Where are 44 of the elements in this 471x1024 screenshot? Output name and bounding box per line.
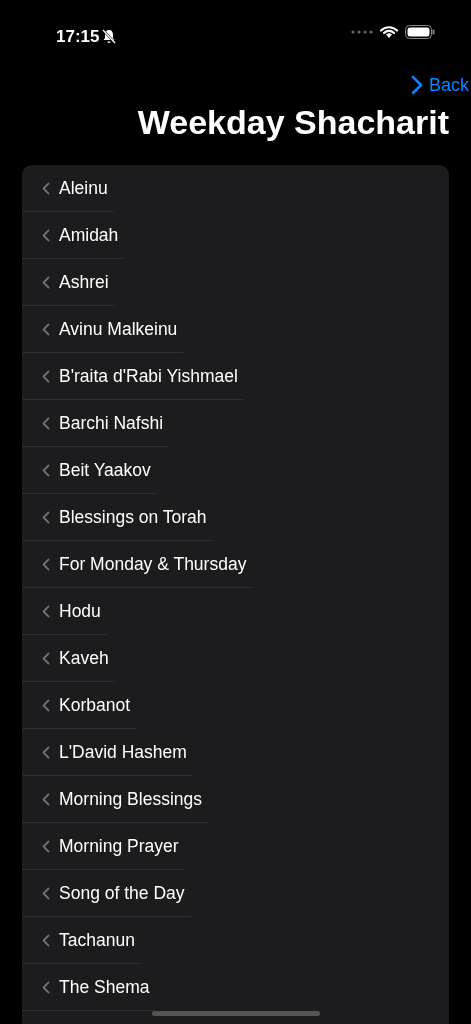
chevron-left-icon: [42, 651, 50, 665]
chevron-left-icon: [42, 980, 50, 994]
list-item[interactable]: B'raita d'Rabi Yishmael: [22, 353, 244, 400]
chevron-left-icon: [42, 745, 50, 759]
list-item[interactable]: Amidah: [22, 212, 125, 259]
list-item[interactable]: Morning Blessings: [22, 776, 208, 823]
list-item[interactable]: L'David Hashem: [22, 729, 193, 776]
list-item[interactable]: Beit Yaakov: [22, 447, 157, 494]
chevron-left-icon: [42, 557, 50, 571]
chevron-left-icon: [42, 181, 50, 195]
chevron-left-icon: [42, 228, 50, 242]
bell-off-icon: [102, 29, 117, 45]
status-time: 17:15: [56, 26, 100, 48]
list-item[interactable]: Aleinu: [22, 165, 114, 212]
chevron-left-icon: [42, 322, 50, 336]
list-item[interactable]: Ashrei: [22, 259, 115, 306]
list-item[interactable]: Morning Prayer: [22, 823, 185, 870]
list-item[interactable]: Korbanot: [22, 682, 137, 729]
chevron-right-icon: [410, 75, 423, 95]
chevron-left-icon: [42, 933, 50, 947]
signal-icon: [351, 29, 373, 34]
chevron-left-icon: [42, 698, 50, 712]
list-item[interactable]: Avinu Malkeinu: [22, 306, 184, 353]
list-item[interactable]: Tachanun: [22, 917, 141, 964]
wifi-icon: [379, 24, 399, 39]
chevron-left-icon: [42, 792, 50, 806]
list-item[interactable]: Song of the Day: [22, 870, 191, 917]
chevron-left-icon: [42, 416, 50, 430]
chevron-left-icon: [42, 369, 50, 383]
battery-icon: [405, 24, 435, 39]
chevron-left-icon: [42, 275, 50, 289]
chevron-left-icon: [42, 510, 50, 524]
list-item[interactable]: Hodu: [22, 588, 107, 635]
chevron-left-icon: [42, 839, 50, 853]
list-item[interactable]: The Shema: [22, 964, 156, 1011]
chevron-left-icon: [42, 886, 50, 900]
list-item[interactable]: For Monday & Thursday: [22, 541, 253, 588]
list-item[interactable]: Kaveh: [22, 635, 115, 682]
page-title: Weekday Shacharit: [137, 102, 449, 142]
chevron-left-icon: [42, 604, 50, 618]
back-button[interactable]: Back: [410, 70, 469, 100]
list-item[interactable]: Barchi Nafshi: [22, 400, 170, 447]
chevron-left-icon: [42, 463, 50, 477]
list-item[interactable]: Blessings on Torah: [22, 494, 213, 541]
